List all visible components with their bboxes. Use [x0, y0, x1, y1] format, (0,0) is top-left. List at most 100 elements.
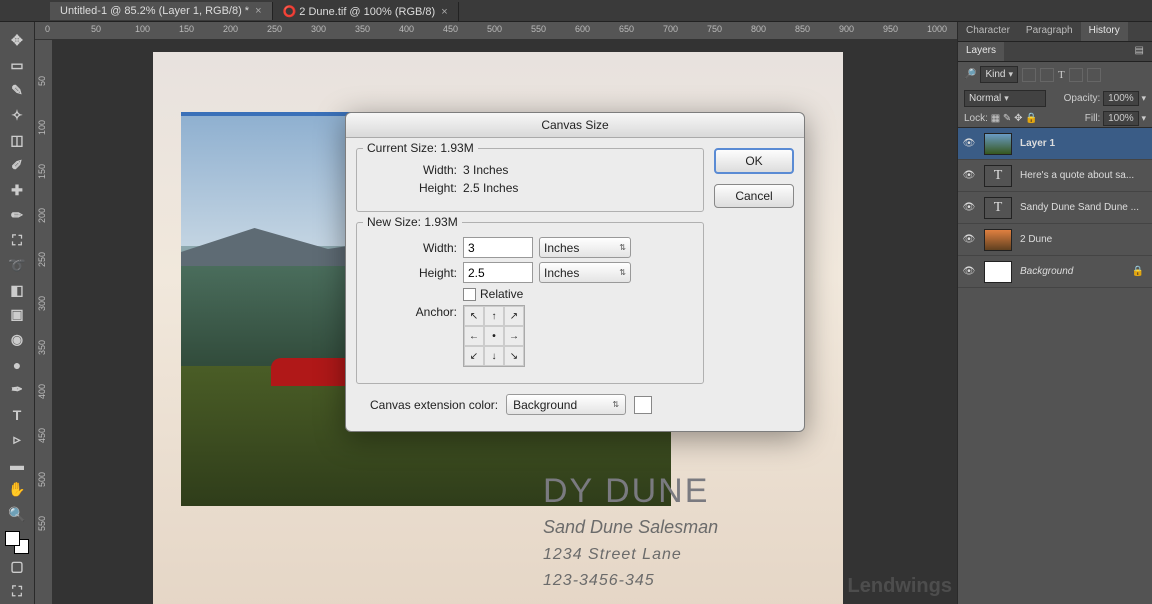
layer-row[interactable]: 👁 T Sandy Dune Sand Dune ...: [958, 192, 1152, 224]
close-icon[interactable]: ×: [255, 5, 261, 17]
path-tool-icon[interactable]: ▹: [6, 429, 28, 450]
relative-label: Relative: [480, 287, 523, 301]
relative-checkbox[interactable]: [463, 288, 476, 301]
filter-shape-icon[interactable]: [1069, 68, 1083, 82]
tab-paragraph[interactable]: Paragraph: [1018, 22, 1081, 41]
layer-row[interactable]: 👁 T Here's a quote about sa...: [958, 160, 1152, 192]
chevron-down-icon[interactable]: [1141, 113, 1146, 124]
layer-row[interactable]: 👁 Layer 1: [958, 128, 1152, 160]
filter-pixel-icon[interactable]: [1022, 68, 1036, 82]
wand-tool-icon[interactable]: ✧: [6, 105, 28, 126]
history-brush-icon[interactable]: ➰: [6, 255, 28, 276]
card-text: DY DUNE Sand Dune Salesman 1234 Street L…: [543, 472, 823, 590]
hand-tool-icon[interactable]: ✋: [6, 479, 28, 500]
lock-label: Lock:: [964, 113, 988, 124]
anchor-grid[interactable]: ↖↑↗ ←•→ ↙↓↘: [463, 305, 525, 367]
blur-tool-icon[interactable]: ◉: [6, 329, 28, 350]
dialog-title: Canvas Size: [346, 113, 804, 138]
anchor-nw-icon[interactable]: ↖: [464, 306, 484, 326]
ext-color-select[interactable]: Background: [506, 394, 626, 415]
marquee-tool-icon[interactable]: ▭: [6, 55, 28, 76]
card-address: 1234 Street Lane: [543, 546, 823, 564]
layer-name: Here's a quote about sa...: [1020, 170, 1134, 181]
anchor-n-icon[interactable]: ↑: [484, 306, 504, 326]
layer-row[interactable]: 👁 Background 🔒: [958, 256, 1152, 288]
anchor-se-icon[interactable]: ↘: [504, 346, 524, 366]
layer-name: Background: [1020, 266, 1073, 277]
zoom-tool-icon[interactable]: 🔍: [6, 504, 28, 525]
anchor-sw-icon[interactable]: ↙: [464, 346, 484, 366]
height-input[interactable]: [463, 262, 533, 283]
visibility-icon[interactable]: 👁: [962, 234, 976, 245]
doc-tab-label: Untitled-1 @ 85.2% (Layer 1, RGB/8) *: [60, 5, 249, 17]
watermark: Lendwings: [848, 575, 952, 598]
shape-tool-icon[interactable]: ▬: [6, 454, 28, 475]
close-icon[interactable]: ×: [441, 6, 447, 18]
layer-thumb: [984, 133, 1012, 155]
type-tool-icon[interactable]: T: [6, 404, 28, 425]
color-swatch[interactable]: [5, 531, 29, 554]
anchor-s-icon[interactable]: ↓: [484, 346, 504, 366]
layer-row[interactable]: 👁 2 Dune: [958, 224, 1152, 256]
panel-menu-icon[interactable]: ▤: [1127, 42, 1152, 61]
tools-panel: ✥ ▭ ✎ ✧ ◫ ✐ ✚ ✏ ⛶ ➰ ◧ ▣ ◉ ● ✒ T ▹ ▬ ✋ 🔍 …: [0, 22, 35, 604]
heal-tool-icon[interactable]: ✚: [6, 180, 28, 201]
tab-history[interactable]: History: [1081, 22, 1128, 41]
eraser-tool-icon[interactable]: ◧: [6, 280, 28, 301]
anchor-center-icon[interactable]: •: [484, 326, 504, 346]
quickmask-icon[interactable]: ▢: [6, 556, 28, 577]
brush-tool-icon[interactable]: ✏: [6, 205, 28, 226]
height-label: Height:: [367, 266, 463, 280]
layers-list: 👁 Layer 1 👁 T Here's a quote about sa...…: [958, 127, 1152, 288]
move-tool-icon[interactable]: ✥: [6, 30, 28, 51]
anchor-w-icon[interactable]: ←: [464, 326, 484, 346]
visibility-icon[interactable]: 👁: [962, 138, 976, 149]
eyedropper-tool-icon[interactable]: ✐: [6, 155, 28, 176]
visibility-icon[interactable]: 👁: [962, 170, 976, 181]
lock-move-icon[interactable]: ✥: [1014, 113, 1022, 124]
document-tab[interactable]: ⭕ 2 Dune.tif @ 100% (RGB/8)×: [273, 2, 459, 21]
filter-type-icon[interactable]: T: [1058, 69, 1065, 81]
opacity-label: Opacity:: [1064, 93, 1101, 104]
document-tab[interactable]: Untitled-1 @ 85.2% (Layer 1, RGB/8) * ×: [50, 2, 273, 20]
cur-width-value: 3 Inches: [463, 163, 508, 177]
tab-character[interactable]: Character: [958, 22, 1018, 41]
search-icon: 🔎: [964, 69, 976, 80]
tab-layers[interactable]: Layers: [958, 42, 1004, 61]
cancel-button[interactable]: Cancel: [714, 184, 794, 208]
ok-button[interactable]: OK: [714, 148, 794, 174]
fill-label: Fill:: [1085, 113, 1101, 124]
visibility-icon[interactable]: 👁: [962, 202, 976, 213]
filter-smart-icon[interactable]: [1087, 68, 1101, 82]
anchor-ne-icon[interactable]: ↗: [504, 306, 524, 326]
opacity-field[interactable]: 100%: [1103, 91, 1139, 106]
stamp-tool-icon[interactable]: ⛶: [6, 230, 28, 251]
card-subtitle: Sand Dune Salesman: [543, 517, 823, 538]
crop-tool-icon[interactable]: ◫: [6, 130, 28, 151]
filter-kind-select[interactable]: Kind: [980, 66, 1018, 83]
lock-all-icon[interactable]: 🔒: [1025, 113, 1037, 124]
gradient-tool-icon[interactable]: ▣: [6, 304, 28, 325]
screenmode-icon[interactable]: ⛶: [6, 581, 28, 602]
blend-mode-select[interactable]: Normal: [964, 90, 1046, 107]
lasso-tool-icon[interactable]: ✎: [6, 80, 28, 101]
width-unit-select[interactable]: Inches: [539, 237, 631, 258]
visibility-icon[interactable]: 👁: [962, 266, 976, 277]
lock-trans-icon[interactable]: ▦: [991, 113, 1000, 124]
ruler-vertical: 50 100 150 200 250 300 350 400 450 500 5…: [35, 40, 53, 604]
filter-adjust-icon[interactable]: [1040, 68, 1054, 82]
panels-right: Character Paragraph History Layers ▤ 🔎 K…: [957, 22, 1152, 604]
height-unit-select[interactable]: Inches: [539, 262, 631, 283]
pen-tool-icon[interactable]: ✒: [6, 379, 28, 400]
dodge-tool-icon[interactable]: ●: [6, 354, 28, 375]
chevron-down-icon[interactable]: [1141, 93, 1146, 104]
color-well[interactable]: [634, 396, 652, 414]
width-input[interactable]: [463, 237, 533, 258]
anchor-e-icon[interactable]: →: [504, 326, 524, 346]
layer-thumb: [984, 229, 1012, 251]
lock-icon: 🔒: [1132, 266, 1144, 277]
lock-paint-icon[interactable]: ✎: [1003, 113, 1011, 124]
card-title: DY DUNE: [543, 472, 823, 511]
layer-name: 2 Dune: [1020, 234, 1052, 245]
fill-field[interactable]: 100%: [1103, 111, 1139, 126]
